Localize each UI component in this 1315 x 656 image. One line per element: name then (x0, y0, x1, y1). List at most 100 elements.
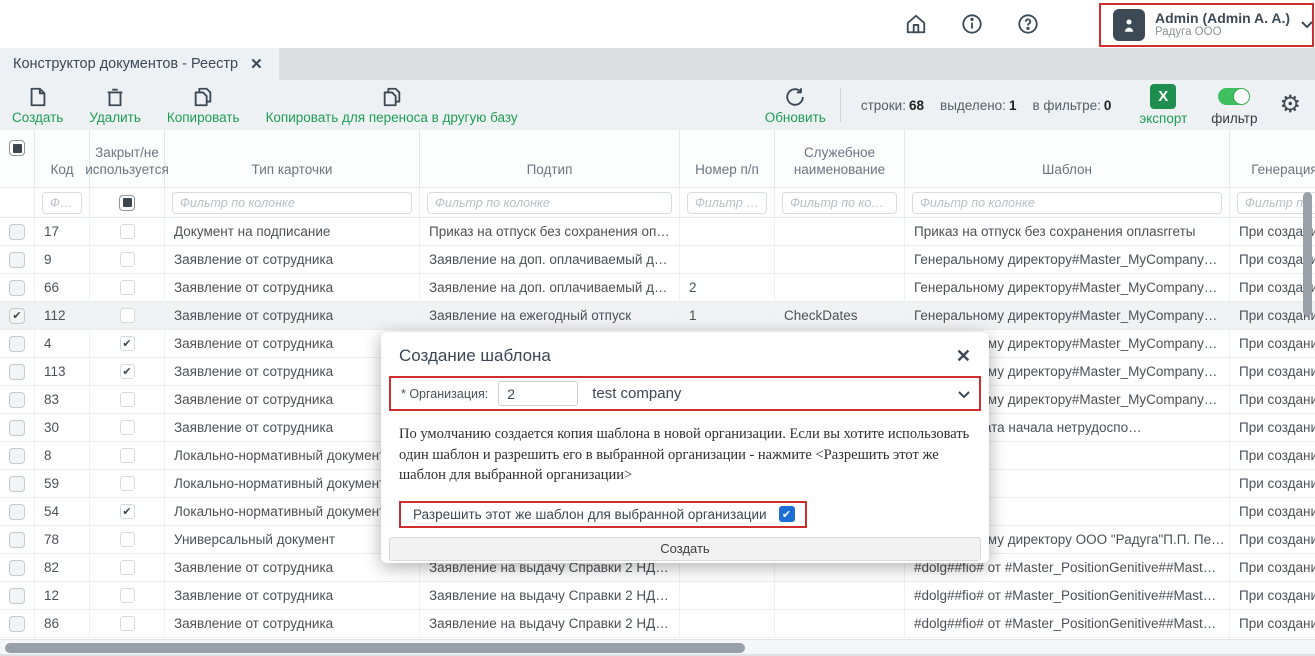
table-row[interactable]: 9Заявление от сотрудникаЗаявление на доп… (0, 246, 1315, 274)
toggle-on-icon (1218, 88, 1250, 105)
closed-checkbox[interactable] (120, 280, 135, 295)
refresh-button[interactable]: Обновить (765, 86, 826, 125)
create-submit-button[interactable]: Создать (389, 537, 981, 561)
closed-checkbox[interactable] (120, 476, 135, 491)
row-select-checkbox[interactable] (9, 504, 25, 520)
user-avatar-icon (1113, 9, 1145, 41)
table-row[interactable]: 17Документ на подписаниеПриказ на отпуск… (0, 218, 1315, 246)
table-row[interactable]: 66Заявление от сотрудникаЗаявление на до… (0, 274, 1315, 302)
organization-label: * Организация: (401, 387, 488, 401)
cell-closed (90, 582, 165, 610)
col-header-type[interactable]: Тип карточки (165, 130, 420, 188)
col-header-service[interactable]: Служебное наименование (775, 130, 905, 188)
row-select-checkbox[interactable] (9, 448, 25, 464)
organization-select[interactable]: test company (588, 385, 947, 402)
closed-checkbox[interactable] (120, 504, 135, 519)
cell-service (775, 274, 905, 302)
closed-checkbox[interactable] (120, 252, 135, 267)
organization-code-input[interactable] (498, 381, 578, 406)
cell-generation: При создании (1230, 414, 1315, 442)
vertical-scrollbar[interactable] (1303, 192, 1312, 316)
copy-button[interactable]: Копировать (167, 86, 240, 125)
closed-checkbox[interactable] (120, 336, 135, 351)
user-menu[interactable]: Admin (Admin A. A.) Радуга ООО (1099, 3, 1314, 47)
row-select-checkbox[interactable] (9, 476, 25, 492)
closed-checkbox[interactable] (120, 588, 135, 603)
row-select-checkbox[interactable] (9, 616, 25, 632)
cell-generation: При создании (1230, 582, 1315, 610)
col-header-subtype[interactable]: Подтип (420, 130, 680, 188)
row-select-checkbox[interactable] (9, 252, 25, 268)
row-select-checkbox[interactable] (9, 280, 25, 296)
closed-checkbox[interactable] (120, 364, 135, 379)
cell-code: 12 (35, 582, 90, 610)
row-select-checkbox[interactable] (9, 336, 25, 352)
filter-input-service[interactable] (782, 192, 897, 214)
tab-close-icon[interactable]: ✕ (250, 55, 263, 73)
col-header-generation[interactable]: Генерация (1230, 130, 1315, 188)
filter-input-number[interactable] (687, 192, 767, 214)
horizontal-scrollbar[interactable] (5, 643, 745, 653)
col-header-number[interactable]: Номер п/п (680, 130, 775, 188)
row-select-checkbox[interactable] (9, 532, 25, 548)
table-row[interactable]: 12Заявление от сотрудникаЗаявление на вы… (0, 582, 1315, 610)
copy-transfer-button[interactable]: Копировать для переноса в другую базу (266, 86, 518, 125)
closed-checkbox[interactable] (120, 224, 135, 239)
settings-gear-icon[interactable]: ⚙ (1279, 93, 1301, 117)
create-button[interactable]: Создать (12, 86, 63, 125)
export-button[interactable]: X экспорт (1139, 84, 1187, 126)
closed-checkbox[interactable] (120, 420, 135, 435)
delete-button[interactable]: Удалить (89, 86, 141, 125)
home-icon[interactable] (905, 13, 927, 35)
closed-checkbox[interactable] (120, 308, 135, 323)
cell-number (680, 246, 775, 274)
cell-service (775, 610, 905, 638)
table-row[interactable]: 86Заявление от сотрудникаЗаявление на вы… (0, 610, 1315, 638)
row-select-cell (0, 302, 35, 330)
closed-checkbox[interactable] (120, 532, 135, 547)
col-header-code[interactable]: Код (35, 130, 90, 188)
closed-checkbox[interactable] (120, 448, 135, 463)
row-select-checkbox[interactable] (9, 560, 25, 576)
select-chevron-down-icon[interactable] (957, 389, 971, 399)
row-select-checkbox[interactable] (9, 392, 25, 408)
dialog-close-icon[interactable]: ✕ (956, 347, 971, 365)
cell-service (775, 246, 905, 274)
cell-closed (90, 246, 165, 274)
row-select-checkbox[interactable] (9, 224, 25, 240)
cell-generation: При создании (1230, 330, 1315, 358)
closed-checkbox[interactable] (120, 616, 135, 631)
cell-type: Заявление от сотрудника (165, 246, 420, 274)
help-icon[interactable] (1017, 13, 1039, 35)
row-select-checkbox[interactable] (9, 420, 25, 436)
table-row[interactable]: 112Заявление от сотрудникаЗаявление на е… (0, 302, 1315, 330)
closed-checkbox[interactable] (120, 392, 135, 407)
cell-template: Генеральному директору#Master_MyCompany… (905, 246, 1230, 274)
filter-input-subtype[interactable] (427, 192, 672, 214)
col-header-closed[interactable]: Закрыт/не используется (90, 130, 165, 188)
info-icon[interactable] (961, 13, 983, 35)
filter-input-code[interactable] (42, 192, 82, 214)
closed-filter-checkbox[interactable] (119, 195, 135, 211)
tab-document-constructor[interactable]: Конструктор документов - Реестр ✕ (0, 48, 279, 80)
filter-input-template[interactable] (912, 192, 1222, 214)
selected-count: выделено:1 (940, 98, 1016, 113)
top-header: Admin (Admin A. A.) Радуга ООО (0, 0, 1315, 48)
allow-template-checkbox[interactable]: ✔ (779, 506, 795, 522)
cell-service: CheckDates (775, 302, 905, 330)
row-select-checkbox[interactable] (9, 364, 25, 380)
col-header-template[interactable]: Шаблон (905, 130, 1230, 188)
closed-checkbox[interactable] (120, 560, 135, 575)
cell-closed (90, 330, 165, 358)
select-all-checkbox[interactable] (9, 140, 25, 156)
cell-subtype: Приказ на отпуск без сохранения оп… (420, 218, 680, 246)
filter-input-type[interactable] (172, 192, 412, 214)
row-select-cell (0, 386, 35, 414)
row-select-checkbox[interactable] (9, 588, 25, 604)
cell-code: 83 (35, 386, 90, 414)
row-select-cell (0, 442, 35, 470)
filter-toggle[interactable]: фильтр (1211, 84, 1257, 126)
row-select-checkbox[interactable] (9, 308, 25, 324)
new-document-icon (27, 86, 49, 108)
user-name: Admin (Admin A. A.) (1155, 10, 1290, 26)
